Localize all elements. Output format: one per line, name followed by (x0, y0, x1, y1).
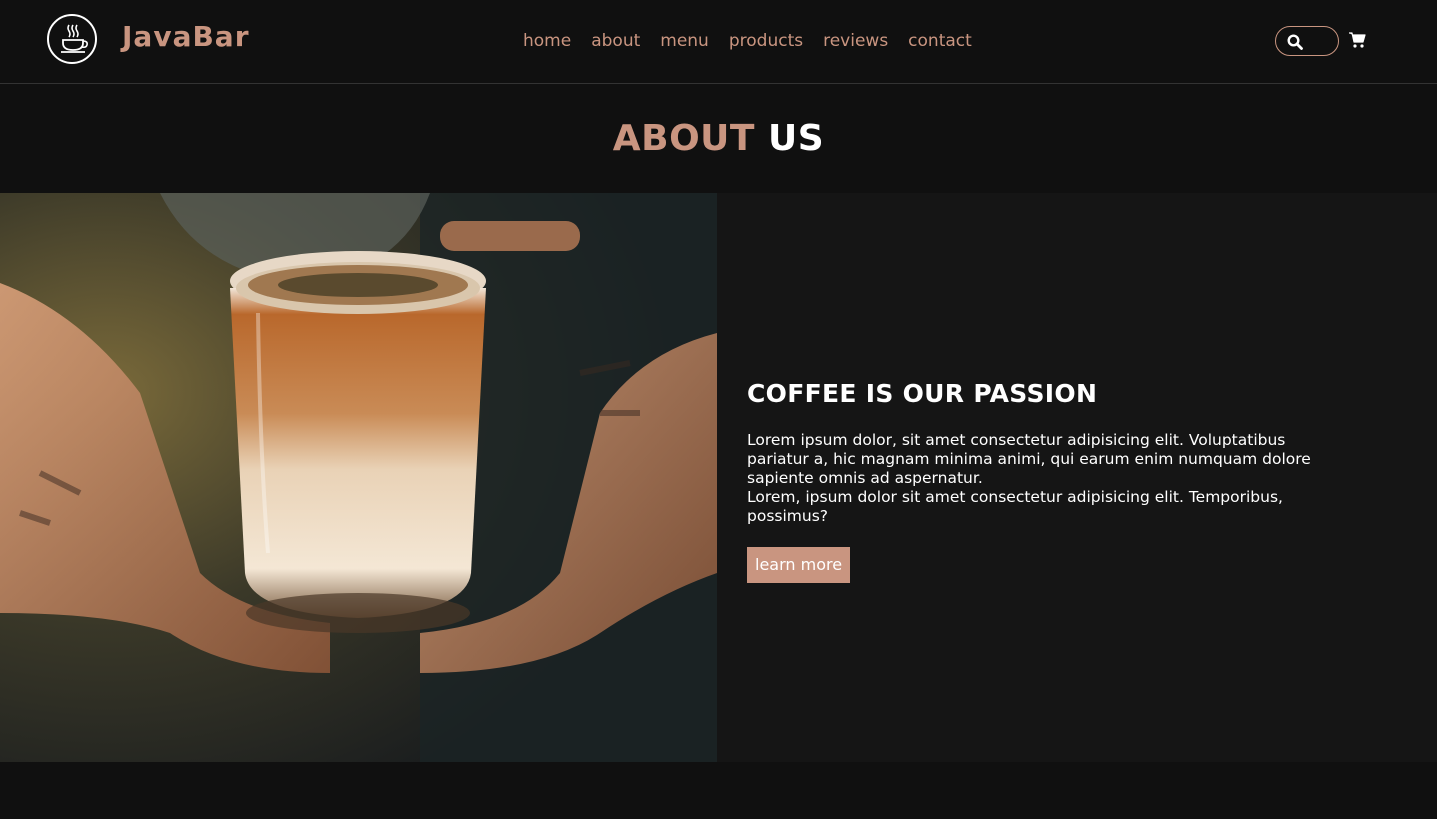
nav-products[interactable]: products (719, 30, 813, 54)
search-icon (1287, 34, 1303, 50)
header: JavaBar home about menu products reviews… (0, 0, 1437, 84)
nav-about[interactable]: about (581, 30, 650, 54)
iced-coffee-photo (0, 193, 717, 762)
about-paragraph-1: Lorem ipsum dolor, sit amet consectetur … (747, 431, 1311, 487)
brand-name[interactable]: JavaBar (122, 20, 250, 53)
page: JavaBar home about menu products reviews… (0, 0, 1437, 819)
section-title: ABOUT US (0, 118, 1437, 159)
section-title-rest: US (768, 118, 825, 159)
section-title-highlight: ABOUT (612, 118, 755, 159)
main-nav: home about menu products reviews contact (513, 30, 982, 54)
nav-home[interactable]: home (513, 30, 581, 54)
about-heading: COFFEE IS OUR PASSION (747, 379, 1098, 408)
nav-reviews[interactable]: reviews (813, 30, 898, 54)
about-paragraph: Lorem ipsum dolor, sit amet consectetur … (747, 431, 1327, 526)
nav-contact[interactable]: contact (898, 30, 982, 54)
cart-button[interactable] (1348, 31, 1368, 51)
logo[interactable] (47, 14, 97, 64)
about-paragraph-2: Lorem, ipsum dolor sit amet consectetur … (747, 488, 1283, 525)
cart-icon (1349, 32, 1366, 48)
nav-menu[interactable]: menu (650, 30, 719, 54)
learn-more-button[interactable]: learn more (747, 547, 851, 583)
coffee-cup-icon (61, 24, 88, 53)
about-content: COFFEE IS OUR PASSION Lorem ipsum dolor,… (747, 379, 1327, 583)
about-section: COFFEE IS OUR PASSION Lorem ipsum dolor,… (0, 193, 1437, 762)
search-button[interactable] (1275, 26, 1339, 56)
